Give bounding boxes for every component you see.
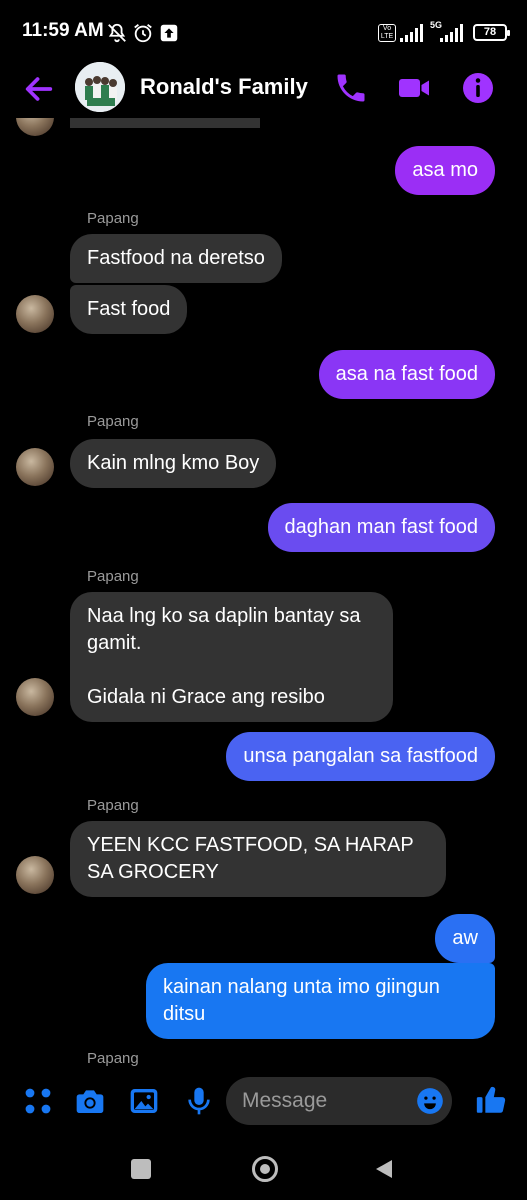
back-triangle-icon[interactable]: [372, 1157, 396, 1181]
sender-name: Papang: [87, 210, 139, 227]
signal-icon: [400, 24, 423, 42]
message-bubble-out[interactable]: daghan man fast food: [267, 503, 495, 552]
message-list[interactable]: asa mo Papang Fastfood na deretso Fast f…: [0, 118, 527, 1068]
volte-icon: Vo LTE: [378, 24, 396, 42]
sender-avatar[interactable]: [16, 678, 54, 716]
sender-avatar[interactable]: [16, 856, 54, 894]
message-bubble-in[interactable]: Fast food: [70, 285, 188, 334]
microphone-icon[interactable]: [183, 1085, 215, 1117]
sender-name: Papang: [87, 797, 139, 814]
alarm-icon: [134, 24, 152, 43]
message-bubble-in[interactable]: [70, 118, 260, 128]
video-call-icon[interactable]: [396, 70, 432, 106]
sender-avatar[interactable]: [16, 448, 54, 486]
message-bubble-in[interactable]: Kain mlng kmo Boy: [70, 439, 277, 488]
chat-header: Ronald's Family: [0, 62, 527, 118]
message-bubble-out[interactable]: aw: [435, 914, 495, 963]
sender-name: Papang: [87, 568, 139, 585]
message-bubble-in[interactable]: YEEN KCC FASTFOOD, SA HARAP SA GROCERY: [70, 821, 446, 897]
thumbs-up-icon[interactable]: [474, 1083, 508, 1117]
gallery-icon[interactable]: [128, 1085, 160, 1117]
system-nav-bar: [0, 1140, 527, 1200]
emoji-icon[interactable]: [416, 1087, 444, 1115]
message-bubble-out[interactable]: asa na fast food: [318, 350, 495, 399]
info-icon[interactable]: [460, 70, 496, 106]
group-avatar[interactable]: [75, 62, 125, 112]
message-bubble-in[interactable]: Fastfood na deretso: [70, 234, 282, 283]
home-circle-icon[interactable]: [252, 1156, 278, 1182]
sender-avatar[interactable]: [16, 295, 54, 333]
chat-title[interactable]: Ronald's Family: [140, 74, 308, 100]
upload-notification-icon: [160, 24, 178, 42]
apps-icon[interactable]: [22, 1085, 54, 1117]
sender-name: Papang: [87, 413, 139, 430]
back-arrow-icon[interactable]: [22, 72, 56, 106]
message-bubble-out[interactable]: asa mo: [395, 146, 495, 195]
camera-icon[interactable]: [74, 1085, 106, 1117]
sender-avatar[interactable]: [16, 118, 54, 136]
battery-icon: 78: [473, 24, 510, 41]
phone-icon[interactable]: [333, 70, 369, 106]
status-time: 11:59 AM: [22, 20, 104, 41]
group-photo: [75, 62, 125, 112]
status-bar: 11:59 AM Vo LTE 5G 78: [0, 0, 527, 62]
message-bubble-out[interactable]: unsa pangalan sa fastfood: [226, 732, 495, 781]
message-bubble-in[interactable]: Naa lng ko sa daplin bantay sa gamit. Gi…: [70, 592, 393, 722]
mute-icon: [108, 23, 126, 43]
message-bubble-out[interactable]: kainan nalang unta imo giingun ditsu: [146, 963, 495, 1039]
recents-square-icon[interactable]: [131, 1159, 151, 1179]
signal-icon-2: [440, 24, 463, 42]
sender-name: Papang: [87, 1050, 139, 1067]
composer-bar: [0, 1075, 527, 1135]
